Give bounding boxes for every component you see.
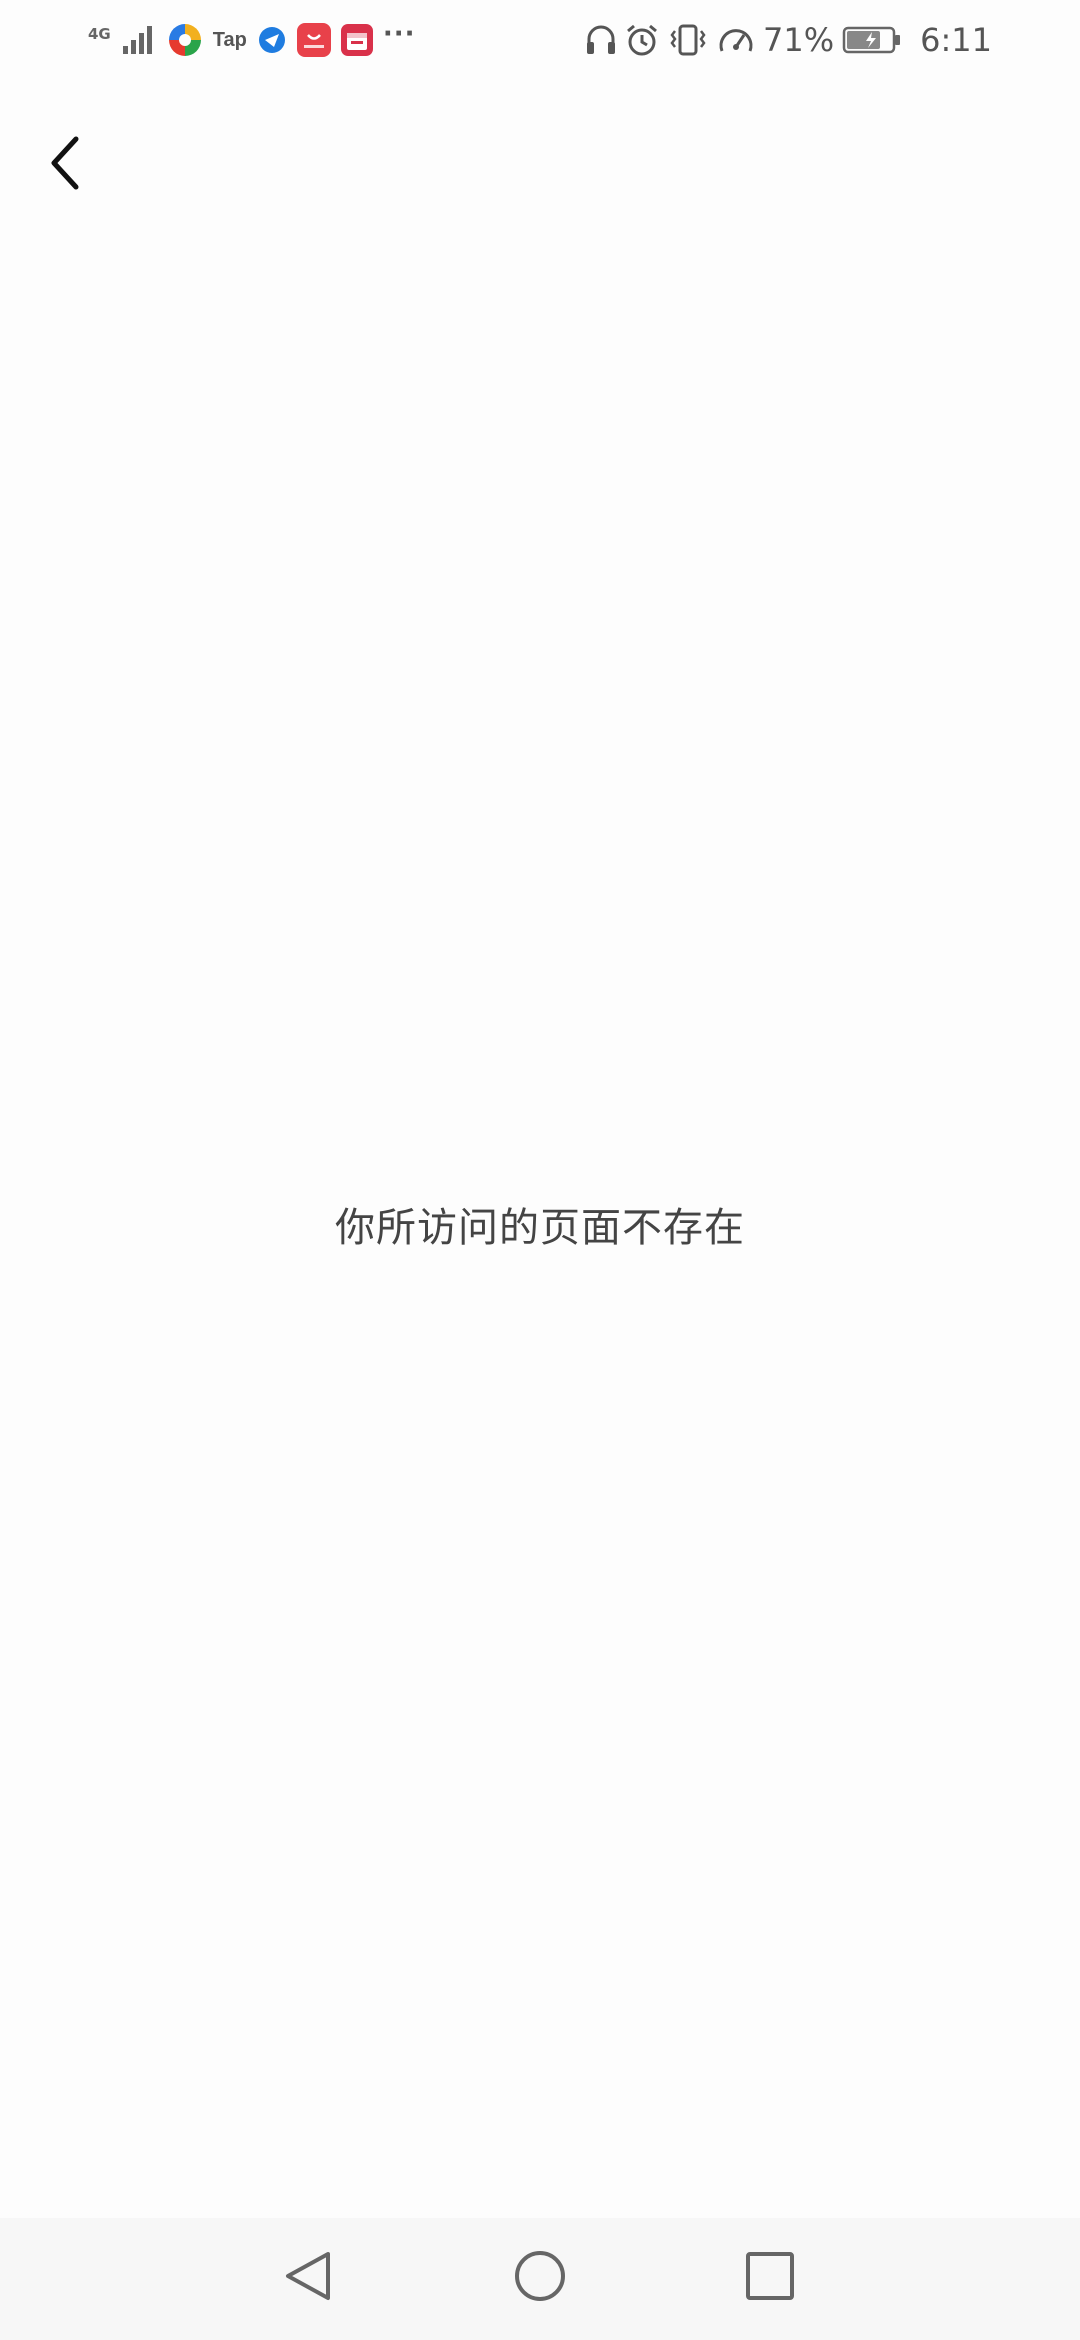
- browser-icon: [257, 25, 287, 55]
- nav-recent-icon: [740, 2246, 800, 2310]
- more-notifications-icon: ···: [382, 19, 416, 49]
- chevron-left-icon: [46, 135, 86, 195]
- nav-recent-button[interactable]: [730, 2238, 810, 2318]
- app-colorful-icon: [167, 22, 203, 58]
- status-bar: 4G Tap ··· 71% 6:11: [0, 0, 1080, 80]
- tap-icon: Tap: [212, 28, 247, 51]
- back-button[interactable]: [36, 125, 96, 205]
- clock: 6:11: [920, 21, 992, 59]
- network-type: 4G: [88, 24, 111, 43]
- huawei-store-icon: [296, 23, 331, 57]
- alarm-icon: [625, 23, 659, 57]
- calendar-app-icon: [340, 24, 373, 56]
- nav-back-button[interactable]: [268, 2238, 348, 2318]
- screen: 4G Tap ··· 71% 6:11 你所访问的页面不存在: [0, 0, 1080, 2340]
- battery-icon: [842, 25, 902, 55]
- nav-home-icon: [510, 2246, 570, 2310]
- signal-icon: [121, 24, 157, 56]
- battery-percent: 71%: [763, 21, 835, 59]
- speed-icon: [717, 23, 755, 57]
- status-left: 4G Tap ···: [88, 18, 415, 62]
- status-right: 71% 6:11: [585, 18, 992, 62]
- page-not-found-message: 你所访问的页面不存在: [335, 1205, 745, 1251]
- nav-home-button[interactable]: [500, 2238, 580, 2318]
- headset-icon: [585, 23, 617, 57]
- vibrate-icon: [667, 23, 709, 57]
- navigation-bar: [0, 2218, 1080, 2340]
- nav-back-icon: [278, 2246, 338, 2310]
